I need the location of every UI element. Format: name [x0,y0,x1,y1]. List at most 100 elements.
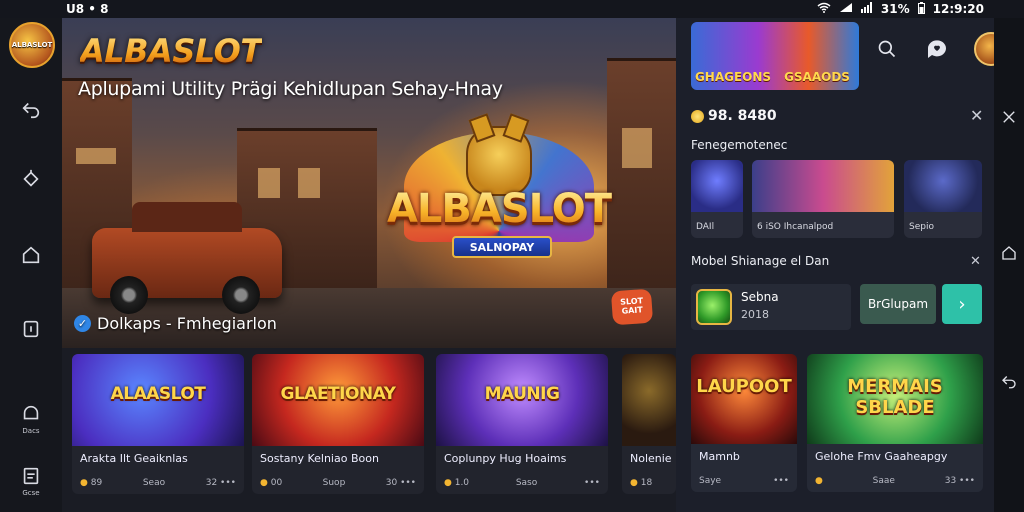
left-navigation-rail: ALBASLOT Dacs Gcse [0,18,62,512]
corner-chip[interactable]: SLOT GAIT [610,288,654,326]
back-button[interactable] [998,370,1020,392]
featured-caption: DAIl [696,222,715,232]
window-light [258,168,280,198]
notifications-label: Dacs [22,427,40,435]
go-button[interactable]: › [942,284,982,324]
battery-icon [917,1,925,17]
back-button[interactable] [14,92,48,126]
game-meta: Saae 33 ••• [815,476,975,486]
wifi-icon [817,2,831,16]
game-name: Sostany Kelniao Boon [260,452,379,465]
game-thumb-title: ALAASLOT [110,384,206,404]
signal-icon [839,2,853,16]
featured-caption: Sepio [909,222,934,232]
featured-thumbnail [904,160,982,212]
balance-value: 98. 8480 [708,108,777,124]
home-button[interactable] [998,242,1020,264]
featured-card[interactable]: Sepio [904,160,982,238]
search-button[interactable] [874,36,900,62]
window-light [76,148,116,164]
game-name: Nolenie [630,452,672,465]
mobile-section-title: Mobel Shianage el Dan [691,254,830,268]
game-count: ••• [773,476,789,486]
game-card[interactable]: MERMAIS SBLADE Gelohe Fmv Gaaheapgy Saae… [807,354,983,492]
hero-logo-text: ALBASLOT [374,186,624,232]
close-icon [1003,111,1015,123]
hero-logo-badge: ALBASLOT SALNOPAY [374,126,624,286]
game-meta: 18 [630,478,668,488]
game-thumbnail [622,354,676,446]
game-cards-row: ALAASLOT Arakta Ilt Geaiknlas 89 Seao 32… [62,348,676,512]
app-root: U8 • 8 31% 12:9:20 ALBASLOT Dacs Gcse AL… [0,0,1024,512]
status-bar: U8 • 8 31% 12:9:20 [0,0,1024,18]
game-provider: Saye [699,476,722,486]
game-meta: 00 Suop 30 ••• [260,478,416,488]
balance: 98. 8480 [691,108,777,124]
game-thumbnail [691,354,797,444]
verified-label: ✓ Dolkaps - Fmhegiarlon [74,314,277,333]
close-icon[interactable]: ✕ [970,106,983,125]
app-logo-text: ALBASLOT [11,41,53,49]
mobile-app-row: Sebna 2018 BrGlupam › [691,284,982,330]
game-name: Arakta Ilt Geaiknlas [80,452,188,465]
coin-icon [691,109,704,123]
mobile-app-title: Sebna [741,290,779,304]
featured-caption: 6 iSO Ihcanalpod [757,222,834,232]
car-wheel [222,276,260,314]
app-logo[interactable]: ALBASLOT [9,22,55,68]
game-name: Gelohe Fmv Gaaheapgy [815,450,948,463]
game-provider: Suop [322,478,346,488]
documents-button[interactable]: Gcse [14,464,48,498]
game-count: 30 ••• [385,478,416,488]
right-panel: GHAGEONS GSAAODS 98. 8480 ✕ Fenegemotene… [676,18,1008,512]
home-icon [22,246,40,264]
download-button[interactable]: BrGlupam [860,284,936,324]
status-right: 31% 12:9:20 [817,1,984,17]
gem-icon [696,289,732,325]
refresh-button[interactable] [14,162,48,196]
hero-banner[interactable]: ALBASLOT Aplupami Utility Prägi Kehidlup… [62,18,676,348]
game-card[interactable]: LAUPOOT Mamnb Saye ••• [691,354,797,492]
game-thumb-title: LAUPOOT [696,376,792,397]
game-thumb-title: MAUNIG [484,384,560,404]
game-rating: 89 [80,478,102,488]
featured-thumbnail [752,160,894,212]
undo-icon [22,102,40,119]
featured-section-title: Fenegemotenec [691,138,788,152]
undo-icon [1002,376,1016,389]
brand-title: ALBASLOT [80,32,262,70]
close-icon[interactable]: ✕ [970,254,981,269]
game-card[interactable]: ALAASLOT Arakta Ilt Geaiknlas 89 Seao 32… [72,354,244,494]
game-card[interactable]: Nolenie 18 [622,354,676,494]
close-window-button[interactable] [998,106,1020,128]
notification-icon [23,405,39,420]
search-icon [878,40,896,58]
featured-card[interactable]: DAIl [691,160,743,238]
game-thumb-title: MERMAIS SBLADE [847,376,943,418]
game-meta: 1.0 Saso ••• [444,478,600,488]
mobile-app-card[interactable]: Sebna 2018 [691,284,851,330]
game-count: ••• [584,478,600,488]
hero-logo-ribbon: SALNOPAY [452,236,552,258]
system-nav-rail [994,18,1024,512]
documents-label: Gcse [22,489,40,497]
promo-thumbnail[interactable]: GHAGEONS GSAAODS [691,22,859,90]
window-button[interactable] [14,312,48,346]
status-left-text: U8 • 8 [66,2,109,16]
refresh-icon [23,169,39,187]
game-name: Coplunpy Hug Hoaims [444,452,567,465]
home-button[interactable] [14,238,48,272]
game-card[interactable]: GLAETIONAY Sostany Kelniao Boon 00 Suop … [252,354,424,494]
game-provider: Seao [142,478,166,488]
game-count: 32 ••• [205,478,236,488]
home-icon [1002,246,1016,260]
car-wheel [110,276,148,314]
featured-card[interactable]: 6 iSO Ihcanalpod [752,160,894,238]
game-provider: Saae [872,476,895,486]
chat-button[interactable] [924,36,950,62]
game-meta: Saye ••• [699,476,789,486]
game-meta: 89 Seao 32 ••• [80,478,236,488]
notifications-button[interactable]: Dacs [14,402,48,436]
game-card[interactable]: MAUNIG Coplunpy Hug Hoaims 1.0 Saso ••• [436,354,608,494]
game-provider: Saso [515,478,538,488]
